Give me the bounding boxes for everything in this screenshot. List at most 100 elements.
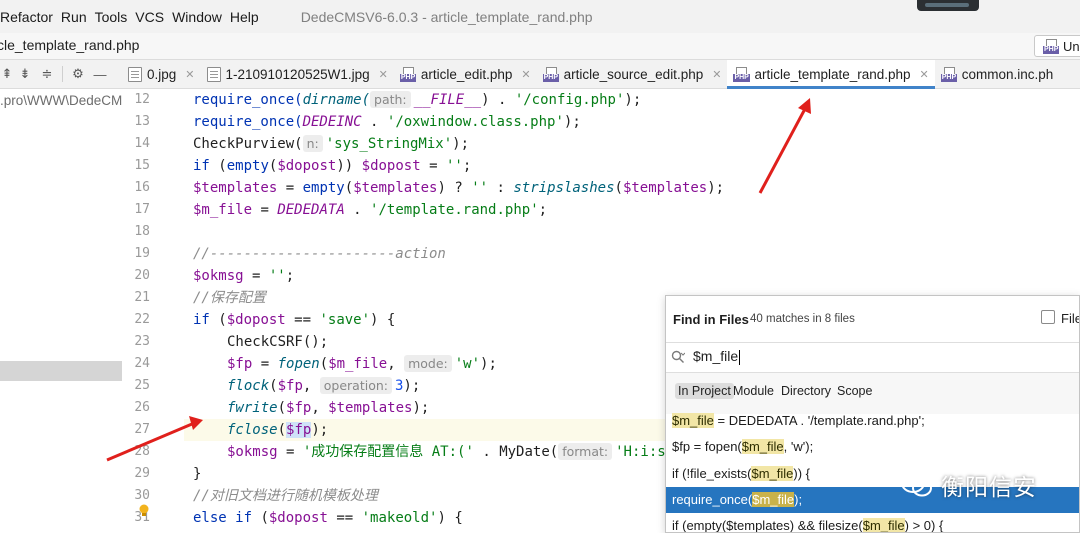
tab-article-edit[interactable]: PHP article_edit.php ✕ <box>394 60 537 88</box>
scope-directory[interactable]: Directory <box>778 383 834 399</box>
editor-gutter: 12 13 14 15 16 17 18 19 20 21 22 23 24 2… <box>122 89 184 533</box>
tab-label: common.inc.ph <box>961 66 1054 82</box>
line-number: 13 <box>134 114 150 129</box>
image-file-icon <box>206 66 221 82</box>
lightbulb-icon[interactable] <box>138 504 150 518</box>
result-row[interactable]: $fp = fopen($m_file, 'w'); <box>666 434 1079 460</box>
close-icon[interactable]: ✕ <box>379 68 388 81</box>
tab-label: article_edit.php <box>420 66 513 82</box>
code-line-28: $okmsg = '成功保存配置信息 AT:(' . MyDate(format… <box>227 443 666 460</box>
menu-vcs[interactable]: VCS <box>135 9 172 25</box>
navigation-bar: cle_template_rand.php PHP Un <box>0 33 1080 60</box>
close-icon[interactable]: ✕ <box>521 68 530 81</box>
search-icon[interactable] <box>671 350 685 364</box>
find-in-files-title: Find in Files <box>673 312 749 327</box>
collapse-all-icon[interactable]: ⇞ <box>0 66 14 82</box>
window-title: DedeCMSV6-6.0.3 - article_template_rand.… <box>300 8 593 25</box>
code-line-29: } <box>193 466 202 482</box>
close-icon[interactable]: ✕ <box>920 68 929 81</box>
tab-label: article_source_edit.php <box>563 66 704 82</box>
code-line-12: require_once(dirname(path: __FILE__) . '/… <box>193 91 642 108</box>
code-line-22: if ($dopost == 'save') { <box>193 312 396 328</box>
php-file-icon: PHP <box>1043 38 1060 54</box>
file-mask-label: File <box>1061 311 1080 326</box>
param-hint: format: <box>558 443 613 460</box>
project-toolbar: ⇞ ⇟ ≑ ⚙ — <box>0 60 122 89</box>
line-number: 28 <box>134 444 150 459</box>
line-number: 23 <box>134 334 150 349</box>
code-line-23: CheckCSRF(); <box>227 334 329 350</box>
line-number: 15 <box>134 158 150 173</box>
code-line-20: $okmsg = ''; <box>193 268 295 284</box>
line-number: 19 <box>134 246 150 261</box>
code-line-15: if (empty($dopost)) $dopost = ''; <box>193 158 472 174</box>
line-number: 22 <box>134 312 150 327</box>
sort-icon[interactable]: ≑ <box>36 66 58 82</box>
scope-custom[interactable]: Scope <box>834 383 875 399</box>
run-config-label: Un <box>1063 38 1080 54</box>
result-row[interactable]: if (empty($templates) && filesize($m_fil… <box>666 513 1079 532</box>
param-hint: n: <box>302 135 323 152</box>
code-line-13: require_once(DEDEINC . '/oxwindow.class.… <box>193 114 581 130</box>
chat-bubble-icon <box>901 473 932 497</box>
project-selected-row[interactable] <box>0 361 122 381</box>
menu-help[interactable]: Help <box>230 9 267 25</box>
menu-bar: Refactor Run Tools VCS Window Help DedeC… <box>0 0 1080 33</box>
image-file-icon <box>128 66 142 82</box>
tab-label: article_template_rand.php <box>754 66 911 82</box>
code-line-14: CheckPurview(n:'sys_StringMix'); <box>193 135 470 152</box>
tab-1-210910120525W1-jpg[interactable]: 1-210910120525W1.jpg ✕ <box>201 60 394 88</box>
breadcrumb-file[interactable]: cle_template_rand.php <box>0 37 139 53</box>
tab-common-inc[interactable]: PHP common.inc.ph <box>935 60 1060 88</box>
line-number: 20 <box>134 268 150 283</box>
file-mask-checkbox[interactable] <box>1041 310 1055 324</box>
editor-tab-bar: 0.jpg ✕ 1-210910120525W1.jpg ✕ PHP artic… <box>122 60 1080 89</box>
line-number: 17 <box>134 202 150 217</box>
php-file-icon: PHP <box>733 66 750 82</box>
search-field[interactable]: $m_file <box>666 342 1079 372</box>
tab-0-jpg[interactable]: 0.jpg ✕ <box>122 60 201 88</box>
run-config-button[interactable]: PHP Un <box>1034 35 1080 57</box>
line-number: 12 <box>134 92 150 107</box>
line-number: 25 <box>134 378 150 393</box>
php-file-icon: PHP <box>399 66 417 82</box>
line-number: 29 <box>134 466 150 481</box>
project-root-path[interactable]: .pro\WWW\DedeCMS <box>0 93 122 108</box>
php-file-icon: PHP <box>542 66 560 82</box>
minimize-icon[interactable]: — <box>89 67 111 82</box>
line-number: 26 <box>134 400 150 415</box>
tab-label: 1-210910120525W1.jpg <box>225 66 370 82</box>
close-icon[interactable]: ✕ <box>185 68 194 81</box>
line-number: 21 <box>134 290 150 305</box>
tab-article-template-rand[interactable]: PHP article_template_rand.php ✕ <box>727 60 936 89</box>
watermark: 衡阳信安 <box>901 468 1037 502</box>
find-in-files-header: Find in Files 40 matches in 8 files File <box>666 296 1080 342</box>
code-line-16: $templates = empty($templates) ? '' : st… <box>193 180 725 196</box>
close-icon[interactable]: ✕ <box>712 68 721 81</box>
expand-all-icon[interactable]: ⇟ <box>14 66 36 82</box>
code-line-31: else if ($dopost == 'makeold') { <box>193 510 463 526</box>
tab-article-source-edit[interactable]: PHP article_source_edit.php ✕ <box>537 60 728 88</box>
code-line-30: //对旧文档进行随机模板处理 <box>193 488 378 504</box>
watermark-text: 衡阳信安 <box>941 475 1037 501</box>
menu-refactor[interactable]: Refactor <box>0 9 61 25</box>
param-hint: operation: <box>319 377 392 394</box>
menu-tools[interactable]: Tools <box>95 9 136 25</box>
menu-window[interactable]: Window <box>172 9 230 25</box>
gear-icon[interactable]: ⚙ <box>67 66 89 82</box>
param-hint: mode: <box>404 355 452 372</box>
scope-module[interactable]: Module <box>730 383 777 399</box>
search-input[interactable]: $m_file <box>693 348 741 365</box>
window-indicator <box>917 0 979 11</box>
code-line-24: $fp = fopen($m_file, mode:'w'); <box>227 355 497 372</box>
php-file-icon: PHP <box>940 66 958 82</box>
code-line-21: //保存配置 <box>193 290 266 306</box>
tab-label: 0.jpg <box>147 66 177 82</box>
scope-in-project[interactable]: In Project <box>675 383 734 399</box>
line-number: 24 <box>134 356 150 371</box>
param-hint: path: <box>370 91 411 108</box>
menu-run[interactable]: Run <box>61 9 95 25</box>
code-line-19: //----------------------action <box>193 246 446 262</box>
result-row[interactable]: $m_file = DEDEDATA . '/template.rand.php… <box>666 408 1079 434</box>
project-panel: .pro\WWW\DedeCMS <box>0 89 122 533</box>
